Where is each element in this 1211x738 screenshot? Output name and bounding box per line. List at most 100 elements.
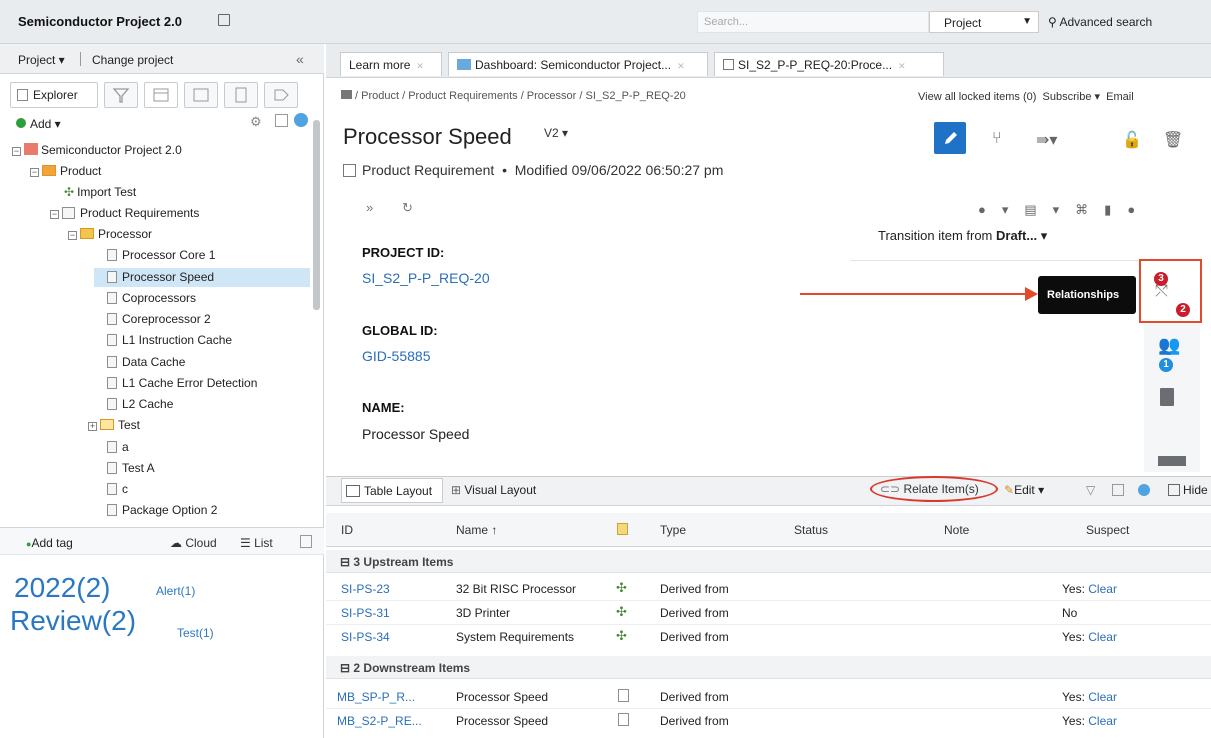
close-icon[interactable]: ✕ bbox=[677, 61, 685, 72]
tree-node-item[interactable]: Data Cache bbox=[107, 355, 185, 369]
subscribe-menu[interactable]: Subscribe ▾ bbox=[1043, 91, 1101, 103]
tab-learn-more[interactable]: Learn more ✕ bbox=[340, 52, 442, 76]
hide-button[interactable]: Hide bbox=[1168, 483, 1208, 497]
tree-node-test[interactable]: + Test bbox=[88, 418, 140, 432]
tab-table-layout[interactable]: Table Layout bbox=[341, 478, 443, 503]
tree-node-item[interactable]: Coprocessors bbox=[107, 291, 196, 305]
refresh-icon[interactable] bbox=[1112, 484, 1124, 496]
tree-node-item[interactable]: c bbox=[107, 482, 128, 496]
tab-dashboard[interactable]: Dashboard: Semiconductor Project... ✕ bbox=[448, 52, 708, 76]
breadcrumb-path[interactable]: / Product / Product Requirements / Proce… bbox=[355, 90, 686, 102]
tab-item-active[interactable]: SI_S2_P-P_REQ-20:Proce... ✕ bbox=[714, 52, 944, 76]
tree-node-item[interactable]: L1 Instruction Cache bbox=[107, 333, 232, 347]
home-icon[interactable] bbox=[341, 90, 352, 99]
list-view-button[interactable]: ☰ List bbox=[240, 536, 273, 550]
add-tag-button[interactable]: ●Add tag bbox=[26, 536, 73, 550]
relationships-button[interactable]: ⤲ bbox=[1139, 259, 1202, 323]
tab-reviews[interactable] bbox=[224, 82, 258, 108]
tab-filter[interactable] bbox=[104, 82, 138, 108]
tree-node-product[interactable]: − Product bbox=[30, 164, 101, 178]
tab-visual-layout[interactable]: ⊞ Visual Layout bbox=[451, 483, 536, 497]
tab-window[interactable] bbox=[184, 82, 218, 108]
tree-node-item[interactable]: a bbox=[107, 440, 129, 454]
tag-review[interactable]: Review(2) bbox=[10, 605, 136, 637]
version-selector[interactable]: V2 ▾ bbox=[544, 126, 568, 140]
tree-node-item[interactable]: Test A bbox=[107, 461, 155, 475]
checklist-icon[interactable] bbox=[1160, 388, 1174, 406]
clear-suspect-link[interactable]: Clear bbox=[1088, 582, 1117, 596]
edit-menu-button[interactable]: ✎Edit ▾ bbox=[1004, 483, 1044, 497]
tab-explorer[interactable]: Explorer bbox=[10, 82, 98, 108]
export-menu-icon[interactable]: ⇛▾ bbox=[1036, 130, 1057, 150]
refresh-icon[interactable]: ↻ bbox=[402, 200, 413, 216]
tree-node-item[interactable]: L2 Cache bbox=[107, 397, 173, 411]
advanced-search-link[interactable]: ⚲ Advanced search bbox=[1048, 15, 1152, 29]
settings-icon[interactable]: ⚙ bbox=[250, 114, 262, 130]
tree-node-item[interactable]: Package Option 2 bbox=[107, 503, 217, 517]
item-toolbar-icons[interactable]: ●▾▤▾⌘▮● bbox=[978, 202, 1151, 218]
collapse-toggle-icon[interactable]: − bbox=[68, 231, 77, 240]
row-id-link[interactable]: MB_S2-P_RE... bbox=[337, 714, 422, 728]
transition-dropdown[interactable]: Transition item from Draft... ▾ bbox=[878, 228, 1047, 244]
column-header-suspect[interactable]: Suspect bbox=[1086, 523, 1129, 537]
collapse-icon[interactable]: « bbox=[296, 51, 304, 67]
lock-icon[interactable]: 🔓 bbox=[1122, 130, 1142, 150]
tag-2022[interactable]: 2022(2) bbox=[14, 572, 111, 604]
info-icon[interactable] bbox=[294, 113, 308, 127]
global-id-value[interactable]: GID-55885 bbox=[362, 348, 430, 364]
tag-alert[interactable]: Alert(1) bbox=[156, 584, 195, 598]
trash-icon[interactable]: 🗑 bbox=[1163, 130, 1183, 150]
info-icon[interactable] bbox=[1138, 484, 1150, 496]
group-downstream[interactable]: ⊟ 2 Downstream Items bbox=[326, 656, 1211, 679]
clear-suspect-link[interactable]: Clear bbox=[1088, 690, 1117, 704]
users-icon[interactable]: 👥 bbox=[1158, 335, 1180, 356]
filter-icon[interactable]: ▽ bbox=[1086, 483, 1095, 497]
column-header-type[interactable]: Type bbox=[660, 523, 686, 537]
tag-test[interactable]: Test(1) bbox=[177, 626, 214, 640]
tree-node-product-requirements[interactable]: − Product Requirements bbox=[50, 206, 199, 220]
refresh-icon[interactable] bbox=[300, 535, 312, 548]
cloud-view-button[interactable]: ☁ Cloud bbox=[170, 536, 217, 550]
search-scope-select[interactable]: Project ▼ bbox=[929, 11, 1039, 33]
expand-toggle-icon[interactable]: + bbox=[88, 422, 97, 431]
tree-node-item-selected[interactable]: Processor Speed bbox=[107, 270, 214, 284]
tree-node-import-test[interactable]: ✣ Import Test bbox=[64, 185, 136, 199]
change-project-link[interactable]: Change project bbox=[92, 53, 173, 67]
refresh-icon[interactable] bbox=[275, 114, 288, 127]
tab-calendar[interactable] bbox=[144, 82, 178, 108]
row-id-link[interactable]: SI-PS-34 bbox=[341, 630, 390, 644]
tree-scrollbar[interactable] bbox=[313, 120, 320, 310]
tree-node-item[interactable]: L1 Cache Error Detection bbox=[107, 376, 257, 390]
locked-items-link[interactable]: View all locked items (0) bbox=[918, 91, 1036, 103]
clear-suspect-link[interactable]: Clear bbox=[1088, 630, 1117, 644]
column-header-name[interactable]: Name ↑ bbox=[456, 523, 497, 537]
close-icon[interactable]: ✕ bbox=[416, 61, 424, 72]
collapse-toggle-icon[interactable]: − bbox=[50, 210, 59, 219]
project-menu[interactable]: Project ▾ bbox=[18, 53, 65, 67]
tab-tags[interactable] bbox=[264, 82, 298, 108]
tree-node-item[interactable]: Processor Core 1 bbox=[107, 248, 215, 262]
group-upstream[interactable]: ⊟ 3 Upstream Items bbox=[326, 550, 1211, 573]
search-input[interactable]: Search... bbox=[697, 11, 929, 33]
collapse-toggle-icon[interactable]: − bbox=[30, 168, 39, 177]
column-header-status[interactable]: Status bbox=[794, 523, 828, 537]
collapse-toggle-icon[interactable]: ⊟ bbox=[340, 555, 353, 569]
row-id-link[interactable]: MB_SP-P_R... bbox=[337, 690, 415, 704]
tree-node-item[interactable]: Coreprocessor 2 bbox=[107, 312, 211, 326]
column-header-id[interactable]: ID bbox=[341, 523, 353, 537]
row-id-link[interactable]: SI-PS-31 bbox=[341, 606, 390, 620]
hierarchy-icon[interactable]: ⑂ bbox=[992, 130, 1002, 148]
panel-icon[interactable] bbox=[1158, 456, 1186, 466]
relate-items-button[interactable]: ⊂⊃ Relate Item(s) bbox=[880, 482, 979, 496]
tree-node-processor[interactable]: − Processor bbox=[68, 227, 152, 241]
tree-node-project[interactable]: − Semiconductor Project 2.0 bbox=[12, 143, 182, 157]
column-header-note[interactable]: Note bbox=[944, 523, 969, 537]
collapse-toggle-icon[interactable]: − bbox=[12, 147, 21, 156]
clear-suspect-link[interactable]: Clear bbox=[1088, 714, 1117, 728]
edit-button[interactable] bbox=[934, 122, 966, 154]
email-link[interactable]: Email bbox=[1106, 91, 1134, 103]
add-button[interactable]: Add ▾ bbox=[30, 117, 61, 131]
row-id-link[interactable]: SI-PS-23 bbox=[341, 582, 390, 596]
collapse-toggle-icon[interactable]: ⊟ bbox=[340, 661, 353, 675]
collapse-all-icon[interactable]: » bbox=[366, 200, 373, 215]
